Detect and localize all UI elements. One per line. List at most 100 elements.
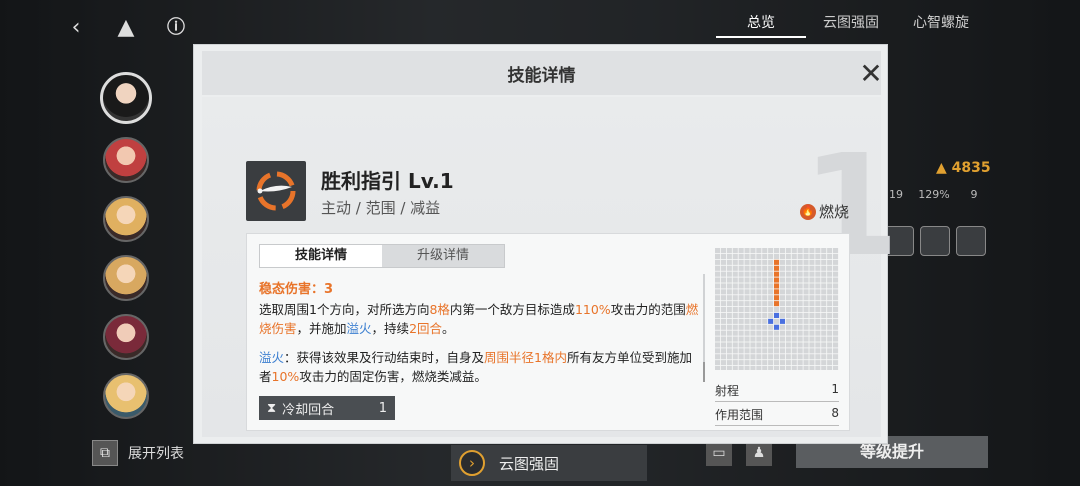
description-segment: 内第一个敌方目标造成 bbox=[449, 302, 575, 317]
cooldown-panel: ⧗ 冷却回合 1 bbox=[259, 396, 395, 420]
tab-mind-spiral[interactable]: 心智螺旋 bbox=[896, 8, 986, 38]
grid-cell bbox=[791, 295, 797, 301]
grid-cell bbox=[779, 330, 785, 336]
grid-cell bbox=[762, 318, 768, 324]
cloud-upgrade-label: 云图强固 bbox=[499, 454, 560, 473]
grid-cell bbox=[803, 312, 809, 318]
grid-cell bbox=[785, 248, 791, 254]
tab-cloud-upgrade[interactable]: 云图强固 bbox=[806, 8, 896, 38]
grid-cell bbox=[774, 318, 780, 324]
grid-cell bbox=[809, 336, 815, 342]
grid-cell bbox=[720, 342, 726, 348]
grid-cell bbox=[833, 259, 839, 265]
expand-list-button[interactable]: ⧉ 展开列表 bbox=[92, 440, 184, 466]
grid-cell bbox=[779, 295, 785, 301]
grid-cell bbox=[797, 248, 803, 254]
grid-cell bbox=[756, 330, 762, 336]
grid-cell bbox=[720, 301, 726, 307]
info-icon[interactable]: ⓘ bbox=[162, 14, 190, 42]
grid-cell bbox=[750, 312, 756, 318]
grid-cell bbox=[809, 324, 815, 330]
grid-cell bbox=[715, 295, 721, 301]
home-icon[interactable]: ▲ bbox=[112, 14, 140, 42]
grid-cell bbox=[833, 348, 839, 354]
grid-cell bbox=[809, 277, 815, 283]
grid-cell bbox=[756, 360, 762, 366]
cloud-upgrade-button[interactable]: › 云图强固 bbox=[451, 445, 647, 481]
grid-cell bbox=[732, 354, 738, 360]
close-icon[interactable]: ✕ bbox=[857, 60, 885, 89]
grid-cell bbox=[720, 312, 726, 318]
avatar[interactable] bbox=[103, 196, 149, 242]
cooldown-value: 1 bbox=[378, 400, 387, 416]
scrollbar-thumb[interactable] bbox=[703, 362, 705, 382]
grid-cell bbox=[815, 253, 821, 259]
grid-cell bbox=[732, 295, 738, 301]
grid-cell bbox=[726, 259, 732, 265]
grid-cell bbox=[797, 324, 803, 330]
grid-cell bbox=[750, 348, 756, 354]
grid-cell bbox=[827, 318, 833, 324]
grid-cell bbox=[715, 318, 721, 324]
grid-cell bbox=[791, 277, 797, 283]
grid-cell bbox=[715, 342, 721, 348]
avatar[interactable] bbox=[103, 373, 149, 419]
grid-cell bbox=[774, 301, 780, 307]
grid-cell bbox=[797, 348, 803, 354]
grid-cell bbox=[827, 330, 833, 336]
grid-cell bbox=[768, 253, 774, 259]
avatar[interactable] bbox=[103, 137, 149, 183]
avatar[interactable] bbox=[103, 255, 149, 301]
tab-overview[interactable]: 总览 bbox=[716, 8, 806, 38]
grid-cell bbox=[809, 348, 815, 354]
grid-cell bbox=[744, 271, 750, 277]
grid-cell bbox=[797, 289, 803, 295]
grid-cell bbox=[715, 348, 721, 354]
grid-cell bbox=[821, 283, 827, 289]
grid-cell bbox=[732, 336, 738, 342]
grid-cell bbox=[768, 342, 774, 348]
grid-cell bbox=[791, 307, 797, 313]
grid-cell bbox=[785, 354, 791, 360]
avatar[interactable] bbox=[103, 314, 149, 360]
grid-cell bbox=[756, 289, 762, 295]
grid-cell bbox=[791, 312, 797, 318]
grid-cell bbox=[779, 265, 785, 271]
grid-cell bbox=[821, 324, 827, 330]
grid-cell bbox=[791, 283, 797, 289]
grid-cell bbox=[744, 248, 750, 254]
avatar[interactable] bbox=[100, 72, 152, 124]
grid-cell bbox=[779, 366, 785, 372]
grid-cell bbox=[815, 354, 821, 360]
grid-cell bbox=[744, 307, 750, 313]
grid-cell bbox=[785, 324, 791, 330]
grid-cell bbox=[732, 318, 738, 324]
grid-cell bbox=[833, 354, 839, 360]
grid-cell bbox=[797, 265, 803, 271]
grid-cell bbox=[720, 289, 726, 295]
tab-skill-detail[interactable]: 技能详情 bbox=[260, 245, 382, 267]
grid-cell bbox=[732, 301, 738, 307]
tab-upgrade-detail[interactable]: 升级详情 bbox=[382, 245, 504, 267]
grid-cell bbox=[744, 354, 750, 360]
grid-cell bbox=[732, 283, 738, 289]
grid-cell bbox=[827, 277, 833, 283]
grid-cell bbox=[785, 253, 791, 259]
grid-cell bbox=[720, 265, 726, 271]
grid-cell bbox=[732, 277, 738, 283]
grid-cell bbox=[797, 307, 803, 313]
grid-cell bbox=[803, 301, 809, 307]
grid-cell bbox=[809, 354, 815, 360]
grid-cell bbox=[815, 259, 821, 265]
grid-cell bbox=[785, 277, 791, 283]
grid-cell bbox=[738, 342, 744, 348]
grid-cell bbox=[774, 283, 780, 289]
grid-cell bbox=[833, 360, 839, 366]
grid-cell bbox=[762, 253, 768, 259]
grid-cell bbox=[821, 354, 827, 360]
grid-cell bbox=[833, 253, 839, 259]
grid-cell bbox=[833, 271, 839, 277]
grid-cell bbox=[726, 312, 732, 318]
grid-cell bbox=[779, 283, 785, 289]
back-icon[interactable]: ‹ bbox=[62, 14, 90, 42]
